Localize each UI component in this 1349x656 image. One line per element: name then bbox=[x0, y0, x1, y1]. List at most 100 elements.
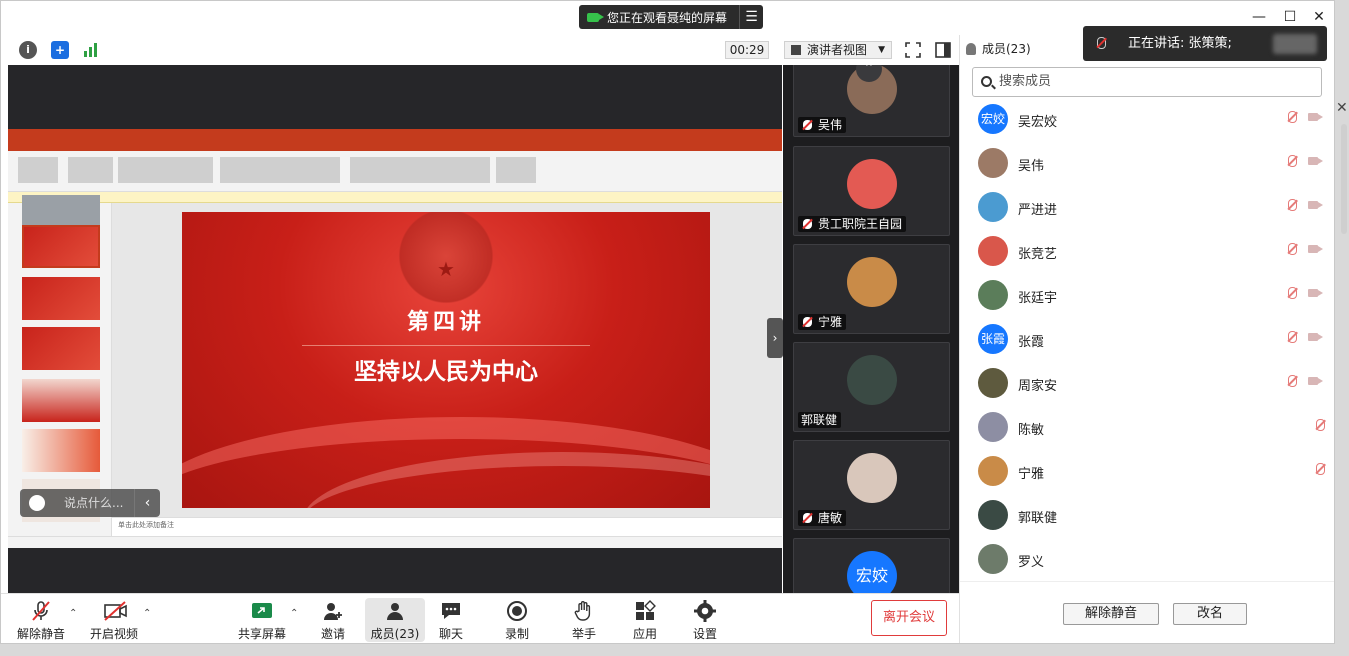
raise-hand-label: 举手 bbox=[571, 627, 596, 641]
member-row[interactable]: 严进进 bbox=[960, 187, 1334, 231]
video-off-icon[interactable] bbox=[1308, 113, 1323, 121]
video-off-icon[interactable] bbox=[1308, 245, 1323, 253]
member-row[interactable]: 周家安 bbox=[960, 363, 1334, 407]
signal-icon[interactable] bbox=[82, 41, 100, 59]
member-row[interactable]: 吴伟 bbox=[960, 143, 1334, 187]
comment-input[interactable]: 说点什么... ‹ bbox=[20, 489, 160, 517]
video-tile[interactable]: 郭联健 bbox=[793, 342, 950, 432]
video-tile[interactable]: 宁雅 bbox=[793, 244, 950, 334]
video-off-icon[interactable] bbox=[1308, 289, 1323, 297]
slide-thumb[interactable] bbox=[22, 277, 100, 320]
avatar bbox=[978, 280, 1008, 310]
smile-icon[interactable] bbox=[29, 495, 45, 511]
member-row[interactable]: 宁雅 bbox=[960, 451, 1334, 495]
video-tile[interactable]: 唐敏 bbox=[793, 440, 950, 530]
menu-lines-icon[interactable]: ☰ bbox=[739, 5, 763, 29]
settings-button[interactable]: 设置 bbox=[675, 598, 735, 642]
member-name: 吴宏姣 bbox=[1018, 115, 1058, 130]
gear-icon bbox=[694, 600, 716, 622]
video-off-icon bbox=[103, 600, 127, 622]
avatar: 宏姣 bbox=[978, 104, 1008, 134]
chevron-up-icon[interactable]: ⌃ bbox=[290, 608, 298, 619]
collapse-gallery-button[interactable]: › bbox=[767, 318, 783, 358]
mic-muted-icon[interactable] bbox=[1288, 375, 1297, 387]
avatar bbox=[978, 412, 1008, 442]
video-tile[interactable]: 贵工职院王自园 bbox=[793, 146, 950, 236]
video-tile[interactable]: ⌃ 吴伟 bbox=[793, 65, 950, 137]
mic-muted-icon[interactable] bbox=[1316, 463, 1325, 475]
avatar bbox=[847, 257, 897, 307]
avatar bbox=[978, 192, 1008, 222]
apps-button[interactable]: 应用 bbox=[615, 598, 675, 642]
member-row[interactable]: 张竞艺 bbox=[960, 231, 1334, 275]
members-panel-footer: 解除静音 改名 bbox=[960, 581, 1334, 643]
share-banner[interactable]: 您正在观看聂纯的屏幕 ☰ bbox=[579, 5, 763, 29]
mic-muted-icon[interactable] bbox=[1288, 111, 1297, 123]
members-button[interactable]: 成员(23) bbox=[365, 598, 425, 642]
mic-muted-icon[interactable] bbox=[1288, 287, 1297, 299]
slide-thumb[interactable] bbox=[22, 327, 100, 370]
chat-label: 聊天 bbox=[438, 627, 463, 641]
record-button[interactable]: 录制 bbox=[487, 598, 547, 642]
chevron-left-icon[interactable]: ‹ bbox=[134, 489, 160, 517]
member-row[interactable]: 罗义 bbox=[960, 539, 1334, 579]
ppt-ribbon-tabs bbox=[8, 141, 782, 151]
member-list: 宏姣 吴宏姣 吴伟 严进进 张竞艺 张廷宇 张霞 张霞 周家安 陈敏 宁雅 郭联… bbox=[960, 101, 1334, 579]
member-row[interactable]: 郭联健 bbox=[960, 495, 1334, 539]
scrollbar[interactable] bbox=[1338, 100, 1349, 240]
mic-muted-icon[interactable] bbox=[1288, 243, 1297, 255]
minimize-button[interactable]: — bbox=[1251, 9, 1267, 25]
member-row[interactable]: 宏姣 吴宏姣 bbox=[960, 101, 1334, 143]
rename-button[interactable]: 改名 bbox=[1173, 603, 1247, 625]
apps-icon bbox=[634, 600, 656, 622]
unmute-all-button[interactable]: 解除静音 bbox=[1063, 603, 1159, 625]
slide-thumb[interactable] bbox=[22, 225, 100, 268]
member-row[interactable]: 张廷宇 bbox=[960, 275, 1334, 319]
video-off-icon[interactable] bbox=[1308, 333, 1323, 341]
chat-button[interactable]: 聊天 bbox=[421, 598, 481, 642]
video-off-icon[interactable] bbox=[1308, 157, 1323, 165]
invite-button[interactable]: 邀请 bbox=[303, 598, 363, 642]
speaking-label: 正在讲话: 张策策; bbox=[1128, 36, 1232, 51]
maximize-button[interactable]: ☐ bbox=[1282, 9, 1298, 25]
shield-icon[interactable]: + bbox=[51, 41, 69, 59]
leave-meeting-button[interactable]: 离开会议 bbox=[871, 600, 947, 636]
video-tile[interactable]: 宏姣 bbox=[793, 538, 950, 593]
slide-lecture-number: 第四讲 bbox=[406, 309, 485, 335]
members-panel: 成员(23) 搜索成员 宏姣 吴宏姣 吴伟 严进进 张竞艺 张廷宇 张霞 张霞 … bbox=[959, 35, 1334, 643]
avatar bbox=[978, 544, 1008, 574]
slide-thumb[interactable] bbox=[22, 379, 100, 422]
member-name: 严进进 bbox=[1018, 203, 1058, 218]
start-video-button[interactable]: 开启视频 bbox=[84, 598, 144, 642]
video-off-icon[interactable] bbox=[1308, 377, 1323, 385]
chat-icon bbox=[440, 600, 462, 622]
fullscreen-icon[interactable] bbox=[904, 41, 922, 59]
mic-muted-icon[interactable] bbox=[1316, 419, 1325, 431]
mic-muted-icon[interactable] bbox=[1288, 199, 1297, 211]
members-panel-title: 成员(23) bbox=[962, 39, 1031, 59]
member-name: 陈敏 bbox=[1018, 423, 1045, 438]
avatar bbox=[847, 159, 897, 209]
blurred-avatar bbox=[1273, 34, 1317, 54]
chevron-up-icon[interactable]: ⌃ bbox=[143, 608, 151, 619]
member-search-input[interactable]: 搜索成员 bbox=[972, 67, 1322, 97]
view-grid-icon bbox=[791, 45, 801, 55]
avatar: 张霞 bbox=[978, 324, 1008, 354]
member-row[interactable]: 陈敏 bbox=[960, 407, 1334, 451]
sidebar-toggle-icon[interactable] bbox=[934, 41, 952, 59]
info-icon[interactable]: i bbox=[19, 41, 37, 59]
video-off-icon[interactable] bbox=[1308, 201, 1323, 209]
member-row[interactable]: 张霞 张霞 bbox=[960, 319, 1334, 363]
mic-muted-icon[interactable] bbox=[1288, 331, 1297, 343]
mic-muted-icon[interactable] bbox=[1288, 155, 1297, 167]
record-label: 录制 bbox=[504, 627, 529, 641]
view-mode-select[interactable]: 演讲者视图 ▼ bbox=[784, 41, 892, 59]
slide-thumbnails[interactable] bbox=[8, 195, 112, 536]
slide-thumb[interactable] bbox=[22, 429, 100, 472]
unmute-button[interactable]: 解除静音 bbox=[11, 598, 71, 642]
close-button[interactable]: ✕ bbox=[1311, 9, 1327, 25]
share-screen-button[interactable]: 共享屏幕 bbox=[232, 598, 292, 642]
chevron-up-icon[interactable]: ⌃ bbox=[69, 608, 77, 619]
raise-hand-button[interactable]: 举手 bbox=[554, 598, 614, 642]
slide-notes: 单击此处添加备注 bbox=[112, 517, 782, 536]
